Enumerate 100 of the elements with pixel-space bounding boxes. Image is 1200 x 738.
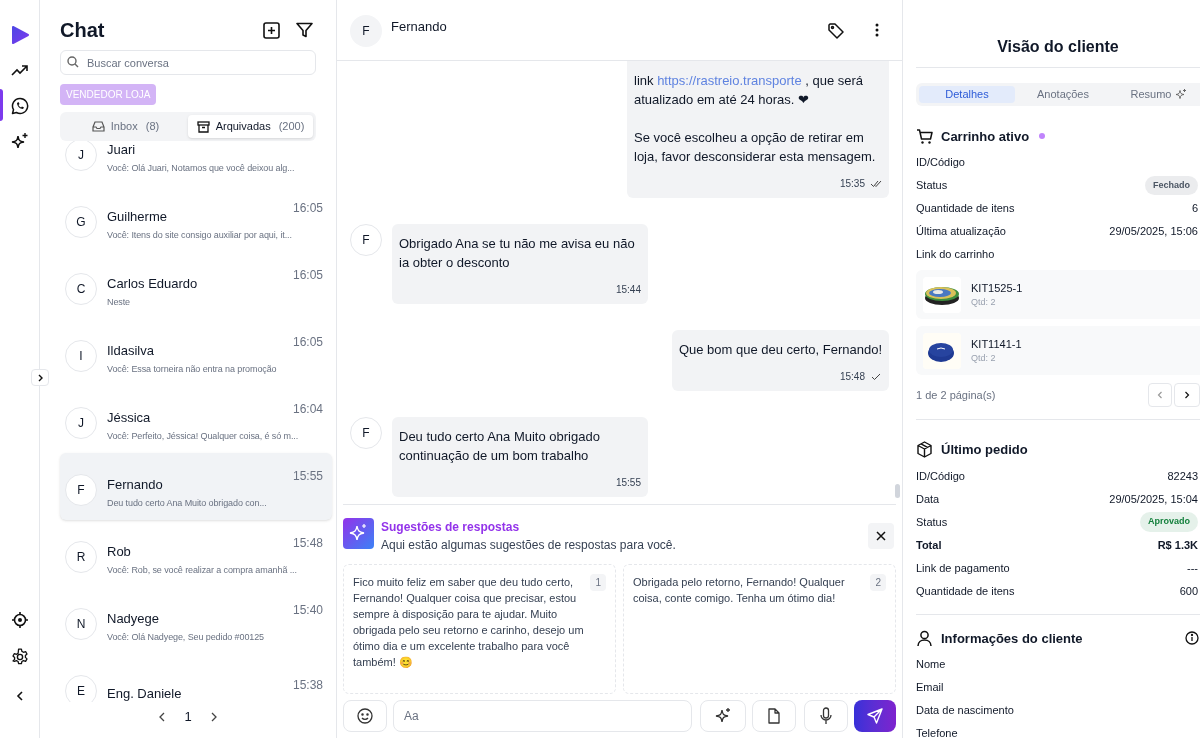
panel-title: Visão do cliente — [996, 37, 1120, 57]
contact-name: Nadyege — [107, 610, 161, 629]
suggestions-title: Sugestões de respostas — [381, 519, 521, 536]
ai-button[interactable] — [700, 700, 746, 732]
avatar: N — [65, 607, 97, 640]
tab[interactable]: Arquivadas (200) — [188, 115, 313, 138]
conversation-item[interactable]: E Eng. Daniele 15:38 — [60, 654, 332, 702]
suggestions-subtitle: Aqui estão algumas sugestões de respostas para você. — [381, 537, 677, 554]
close-icon — [876, 531, 886, 541]
message-text: Obrigado Ana se tu não me avisa eu não ia obter o desconto — [399, 235, 636, 272]
message-preview: Neste — [107, 295, 130, 309]
next-page-icon[interactable] — [209, 712, 218, 722]
field-label: Última atualização — [916, 224, 1006, 240]
field-label: Link de pagamento — [916, 560, 1010, 576]
suggestion-text: Fico muito feliz em saber que deu tudo certo, Fernando! Qualquer coisa que precisar, estou sempre à disposição para te ajudar. Muito obrigada pelo seu retorno e carinho, desejo um ótimo dia e um excelente trabalho para você também! 😊 — [353, 575, 585, 670]
field-label: Telefone — [916, 726, 958, 738]
section-title: Carrinho ativo — [941, 127, 1030, 146]
filter-icon[interactable] — [296, 21, 313, 39]
avatar: C — [65, 272, 97, 305]
message-preview: Deu tudo certo Ana Muito obrigado con... — [107, 496, 267, 510]
emoji-icon — [357, 708, 373, 724]
previous-page-icon[interactable] — [158, 712, 167, 722]
emoji-button[interactable] — [343, 700, 387, 732]
message-preview: Você: Rob, se você realizar a compra amanhã ... — [107, 563, 297, 577]
sparkle-icon — [1175, 88, 1188, 101]
contact-name: Jéssica — [107, 409, 152, 428]
conversation-item[interactable]: N Nadyege 15:40 Você: Olá Nadyege, Seu pedido #00125 — [60, 587, 332, 654]
status-badge: Aprovado — [1140, 512, 1198, 532]
number-label: 2 — [870, 574, 886, 591]
tab[interactable]: Detalhes — [919, 86, 1015, 103]
field-label: Data de nascimento — [916, 703, 1014, 719]
target-icon[interactable] — [10, 611, 29, 629]
contact-name: Eng. Daniele — [107, 684, 183, 702]
field-value: 600 — [1179, 583, 1198, 599]
page-info: 1 de 2 página(s) — [916, 387, 996, 403]
panel-title: Chat — [60, 18, 105, 43]
avatar: J — [65, 141, 97, 171]
field-label: Quantidade de itens — [916, 583, 1015, 599]
close-button[interactable] — [868, 523, 894, 549]
conversation-item[interactable]: R Rob 15:48 Você: Rob, se você realizar a compra amanhã ... — [60, 520, 332, 587]
message-text: link https://rastreio.transporte , que será atualizado em até 24 horas. ❤ — [634, 72, 865, 109]
conversation-item[interactable]: G Guilherme 16:05 Você: Itens do site consigo auxiliar por aqui, it... — [60, 185, 332, 252]
quantity-label: Qtd: 2 — [971, 296, 997, 309]
section-title: Informações do cliente — [941, 629, 1083, 648]
chevron-right-icon — [1184, 391, 1190, 399]
avatar: I — [65, 339, 97, 372]
message-input[interactable]: Aa — [393, 700, 692, 732]
expand-button[interactable] — [31, 369, 49, 386]
suggestion-card[interactable] — [343, 564, 616, 694]
field-label: ID/Código — [916, 155, 965, 171]
tab[interactable]: Resumo — [1111, 86, 1200, 103]
tab[interactable]: Inbox (8) — [63, 115, 188, 138]
field-value: 6 — [1191, 201, 1198, 217]
user-icon — [916, 629, 933, 647]
section-title: Último pedido — [941, 441, 1028, 459]
page-number[interactable]: 1 — [184, 707, 192, 727]
sparkles-icon[interactable] — [10, 132, 29, 150]
send-button[interactable] — [854, 700, 896, 732]
field-label: Nome — [916, 657, 946, 673]
message-preview: Você: Olá Juari, Notamos que você deixou alg... — [107, 161, 295, 175]
conversation-item[interactable]: J Juari Você: Olá Juari, Notamos que você deixou alg... — [60, 141, 332, 185]
field-value: --- — [1187, 560, 1198, 576]
info-icon[interactable] — [1185, 631, 1199, 646]
quantity-label: Qtd: 2 — [971, 352, 997, 365]
suggestion-card[interactable]: Obrigada pelo retorno, Fernando! Qualquer coisa, conte comigo. Tenha um ótimo dia! 2 — [623, 564, 896, 694]
chevron-left-icon — [1157, 391, 1163, 399]
search-icon — [67, 56, 79, 68]
contact-name: Juari — [107, 141, 137, 160]
conversation-item[interactable]: C Carlos Eduardo 16:05 Neste — [60, 252, 332, 319]
file-button[interactable] — [752, 700, 796, 732]
play-logo-icon[interactable] — [9, 25, 30, 45]
time-label: 16:05 — [292, 267, 323, 285]
field-value: 29/05/2025, 15:04 — [1109, 491, 1198, 507]
status-badge: Fechado — [1145, 175, 1198, 196]
contact-name: Carlos Eduardo — [107, 275, 199, 294]
tab[interactable]: Anotações — [1015, 86, 1111, 103]
send-icon — [867, 708, 883, 724]
conversation-item[interactable]: F Fernando 15:55 Deu tudo certo Ana Muito obrigado con... — [60, 453, 332, 520]
settings-icon[interactable] — [10, 648, 29, 666]
time-label: 15:40 — [292, 602, 323, 620]
sparkle-icon — [343, 518, 374, 549]
scrollbar-thumb[interactable] — [895, 484, 900, 498]
time-label: 16:04 — [292, 401, 323, 419]
chat-bubble-icon[interactable] — [10, 97, 29, 115]
conversation-item[interactable]: I Ildasilva 16:05 Você: Essa torneira não entra na promoção — [60, 319, 332, 386]
contact-name: Fernando — [107, 476, 164, 495]
inbox-icon — [91, 121, 105, 132]
search-field[interactable]: Buscar conversa — [60, 50, 316, 75]
field-label: Quantidade de itens — [916, 201, 1015, 217]
field-label: Email — [916, 680, 944, 696]
product-code: KIT1141-1 — [971, 336, 1022, 352]
more-icon[interactable] — [875, 23, 879, 37]
conversation-item[interactable]: J Jéssica 16:04 Você: Perfeito, Jéssica! Qualquer coisa, é só m... — [60, 386, 332, 453]
tag-icon[interactable] — [828, 23, 844, 39]
time-label: 15:35 — [839, 177, 865, 191]
cart-item[interactable]: KIT1525-1 Qtd: 2 — [916, 270, 1200, 319]
cart-item[interactable]: KIT1141-1 Qtd: 2 — [916, 326, 1200, 375]
microphone-button[interactable] — [804, 700, 848, 732]
microphone-icon — [819, 707, 833, 725]
add-icon[interactable] — [263, 21, 280, 39]
